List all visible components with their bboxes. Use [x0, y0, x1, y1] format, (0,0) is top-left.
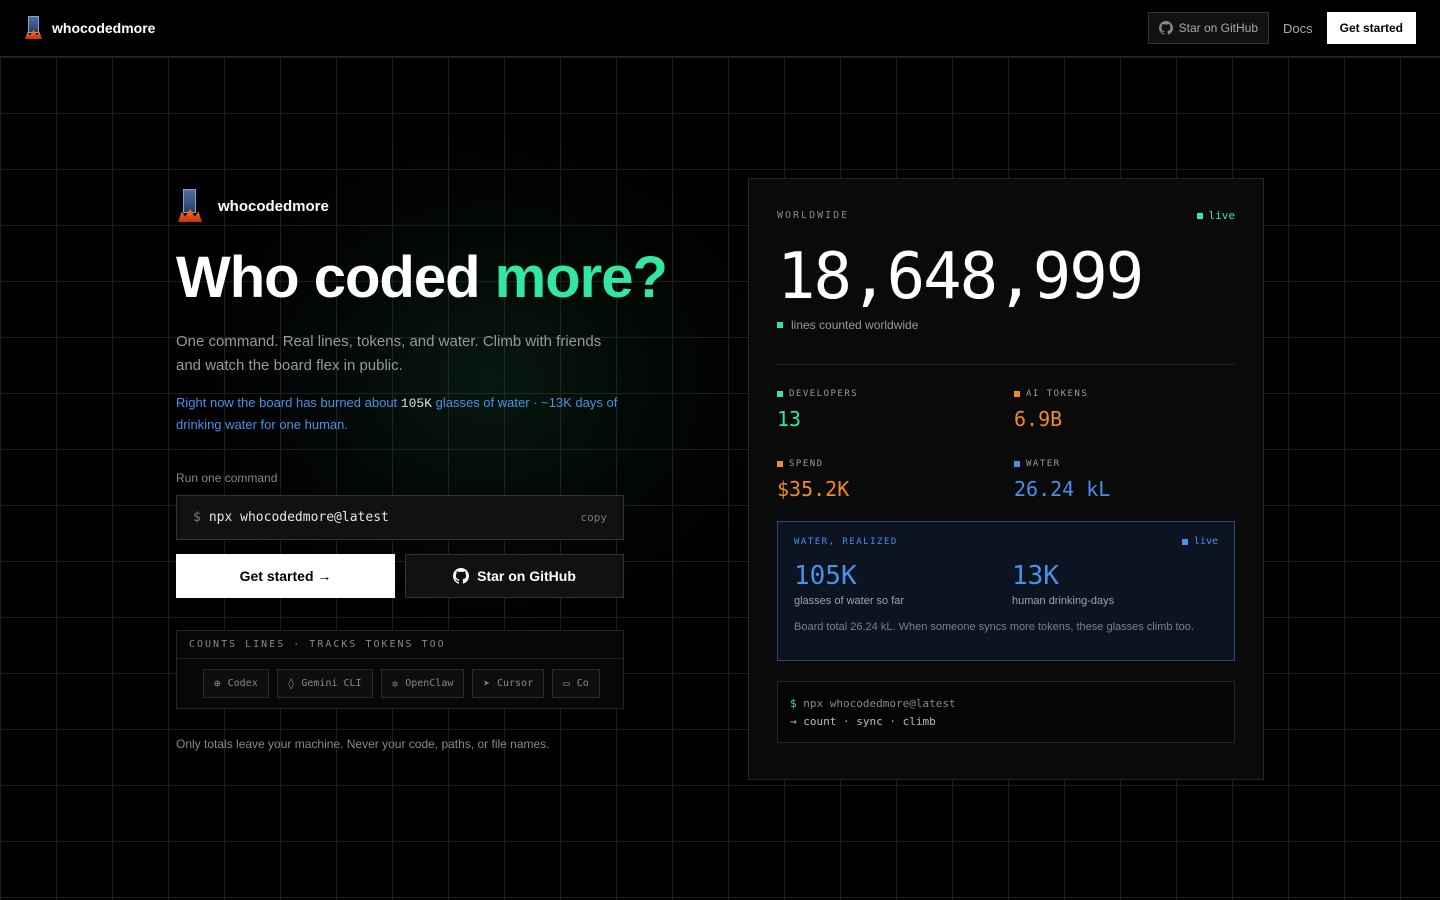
stat-developers: DEVELOPERS 13 [777, 389, 1014, 431]
cursor-icon: ➤ [483, 676, 490, 690]
stat-value: $35.2K [777, 477, 850, 502]
water-line-highlight: 105K [400, 395, 432, 411]
orange-square-icon [777, 461, 783, 468]
live-indicator-icon [1181, 538, 1188, 545]
glasses-label: glasses of water so far [794, 595, 905, 608]
water-note: Board total 26.24 kL. When someone syncs… [794, 621, 1194, 634]
card-header: WORLDWIDE live [777, 209, 1235, 222]
star-github-button[interactable]: Star on GitHub [405, 553, 624, 598]
openclaw-icon: ✲ [391, 676, 399, 690]
nav-actions: Star on GitHub Docs Get started [1147, 12, 1416, 44]
tool-chip-gemini[interactable]: ◊ Gemini CLI [276, 668, 373, 698]
command-box: $ npx whocodedmore@latest copy [176, 494, 624, 540]
terminal-prompt: $ [790, 697, 797, 711]
tool-chip-label: OpenClaw [405, 677, 454, 689]
stat-value: 13 [777, 407, 802, 432]
water-line-pre: Right now the board has burned about [176, 394, 401, 410]
top-nav: whocodedmore Star on GitHub Docs Get sta… [0, 0, 1440, 57]
days-label: human drinking-days [1012, 595, 1115, 608]
tool-chip-label: Cursor [497, 677, 534, 689]
stat-water: WATER 26.24 kL [1014, 459, 1235, 501]
nav-github-label: Star on GitHub [1178, 21, 1259, 35]
nav-docs-link[interactable]: Docs [1281, 21, 1315, 36]
card-divider [777, 364, 1235, 366]
nav-brand[interactable]: whocodedmore [24, 16, 155, 40]
terminal-icon: ▭ [563, 676, 570, 690]
hero-brand: whocodedmore [176, 188, 636, 224]
orange-square-icon [1014, 391, 1020, 398]
stat-label: WATER [1026, 459, 1061, 470]
headline-accent: more? [494, 245, 668, 310]
water-panel-eyebrow: WATER, REALIZED [794, 536, 898, 547]
green-square-icon [777, 322, 783, 329]
command-prompt: $ [193, 509, 201, 525]
hero: whocodedmore Who coded more? One command… [176, 188, 668, 751]
tool-chip-codex[interactable]: ⊕ Codex [203, 668, 269, 698]
tool-chip-label: Codex [227, 677, 258, 689]
stat-ai-tokens: AI TOKENS 6.9B [1014, 389, 1235, 431]
stat-label: DEVELOPERS [789, 389, 859, 400]
water-days: 13K human drinking-days [1012, 561, 1212, 607]
hero-logo-icon [176, 189, 204, 223]
command-label: Run one command [176, 470, 278, 485]
tool-chip-cursor[interactable]: ➤ Cursor [472, 668, 545, 698]
glasses-value: 105K [794, 561, 857, 592]
worldwide-stats-card: WORLDWIDE live 18,648,999 lines counted … [748, 178, 1264, 780]
green-square-icon [777, 391, 783, 398]
blue-square-icon [1014, 461, 1020, 468]
stat-spend: SPEND $35.2K [777, 459, 1014, 501]
get-started-button[interactable]: Get started → [176, 553, 395, 598]
github-icon [453, 567, 470, 584]
github-icon [1158, 21, 1173, 35]
total-lines-caption: lines counted worldwide [777, 318, 1235, 332]
stat-label: AI TOKENS [1026, 389, 1089, 400]
terminal-line-1: npx whocodedmore@latest [796, 697, 956, 711]
water-live-label: live [1193, 536, 1218, 548]
total-lines-label: lines counted worldwide [791, 318, 919, 333]
copy-button[interactable]: copy [581, 511, 608, 524]
headline-main: Who coded [176, 245, 495, 310]
hero-buttons: Get started → Star on GitHub [176, 553, 636, 598]
page-title: Who coded more? [176, 245, 668, 310]
water-live-badge: live [1181, 536, 1218, 548]
nav-github-button[interactable]: Star on GitHub [1147, 12, 1270, 44]
water-glasses: 105K glasses of water so far [794, 561, 1012, 607]
stat-value: 26.24 kL [1014, 477, 1111, 502]
nav-brand-name: whocodedmore [52, 20, 156, 36]
terminal-snippet: $ npx whocodedmore@latest → count · sync… [777, 681, 1235, 744]
stat-value: 6.9B [1014, 407, 1063, 432]
water-stats: 105K glasses of water so far 13K human d… [794, 561, 1218, 607]
tool-chip-label: Gemini CLI [301, 677, 362, 689]
tool-chip-openclaw[interactable]: ✲ OpenClaw [380, 668, 465, 698]
command-text[interactable]: npx whocodedmore@latest [209, 510, 389, 525]
gemini-icon: ◊ [287, 676, 295, 690]
logo-icon [24, 16, 44, 40]
hero-brand-name: whocodedmore [218, 197, 329, 215]
star-github-label: Star on GitHub [477, 567, 576, 584]
tools-list: ⊕ Codex ◊ Gemini CLI ✲ OpenClaw ➤ Cursor ▭ Co [177, 659, 623, 698]
codex-icon: ⊕ [214, 676, 221, 690]
supported-tools: COUNTS LINES · TRACKS TOKENS TOO ⊕ Codex … [176, 629, 624, 709]
live-label: live [1208, 209, 1236, 222]
tools-heading: COUNTS LINES · TRACKS TOKENS TOO [177, 631, 623, 659]
days-value: 13K [1012, 561, 1059, 592]
privacy-note: Only totals leave your machine. Never yo… [176, 736, 550, 751]
tool-chip-label: Co [576, 677, 589, 689]
card-eyebrow: WORLDWIDE [777, 210, 850, 221]
live-badge: live [1196, 209, 1236, 222]
live-indicator-icon [1196, 212, 1203, 219]
water-stat-line: Right now the board has burned about 105… [176, 392, 626, 435]
terminal-line-2: → count · sync · climb [790, 715, 936, 729]
tool-chip-more[interactable]: ▭ Co [552, 668, 600, 698]
stat-label: SPEND [789, 459, 824, 470]
total-lines-value: 18,648,999 [777, 240, 1144, 314]
nav-get-started-button[interactable]: Get started [1326, 12, 1416, 44]
stats-grid: DEVELOPERS 13 AI TOKENS 6.9B SPEND $35.2… [777, 389, 1235, 501]
hero-subtitle: One command. Real lines, tokens, and wat… [176, 332, 602, 374]
water-realized-panel: WATER, REALIZED live 105K glasses of wat… [777, 521, 1235, 662]
